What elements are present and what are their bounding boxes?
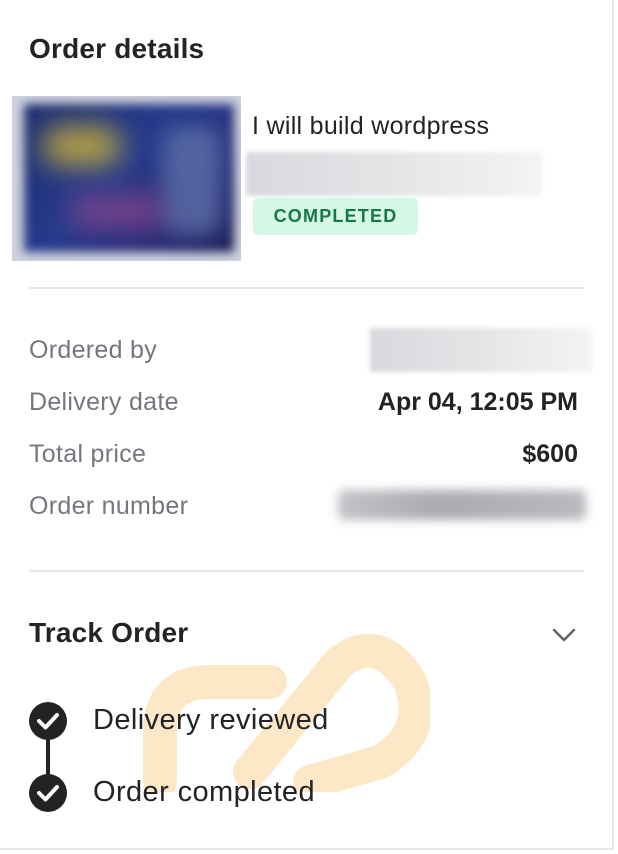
gig-title-link[interactable]: I will build wordpress <box>252 112 489 141</box>
status-badge: COMPLETED <box>253 198 418 235</box>
timeline-connector <box>46 738 50 776</box>
order-details-title: Order details <box>29 33 205 64</box>
delivery-date-label: Delivery date <box>29 388 179 416</box>
divider-bottom <box>29 570 584 572</box>
ordered-by-value-redacted <box>370 328 592 372</box>
order-number-label: Order number <box>29 492 189 520</box>
total-price-value: $600 <box>522 440 578 468</box>
seller-name-redacted <box>246 152 542 196</box>
check-circle-icon <box>29 702 67 740</box>
gig-thumbnail-accent <box>72 196 162 226</box>
track-order-title: Track Order <box>29 617 189 648</box>
order-details-panel: Order details I will build wordpress COM… <box>0 0 614 850</box>
step-delivery-reviewed: Delivery reviewed <box>93 704 329 736</box>
order-number-value-redacted <box>338 490 586 520</box>
total-price-label: Total price <box>29 440 147 468</box>
gig-thumbnail-figure <box>162 126 222 236</box>
divider-top <box>29 287 584 289</box>
gig-thumbnail[interactable] <box>12 96 241 261</box>
gig-thumbnail-highlight <box>42 126 122 166</box>
delivery-date-value: Apr 04, 12:05 PM <box>377 388 578 416</box>
ordered-by-label: Ordered by <box>29 336 158 364</box>
check-circle-icon <box>29 774 67 812</box>
chevron-down-icon[interactable] <box>551 625 577 645</box>
step-order-completed: Order completed <box>93 776 315 808</box>
